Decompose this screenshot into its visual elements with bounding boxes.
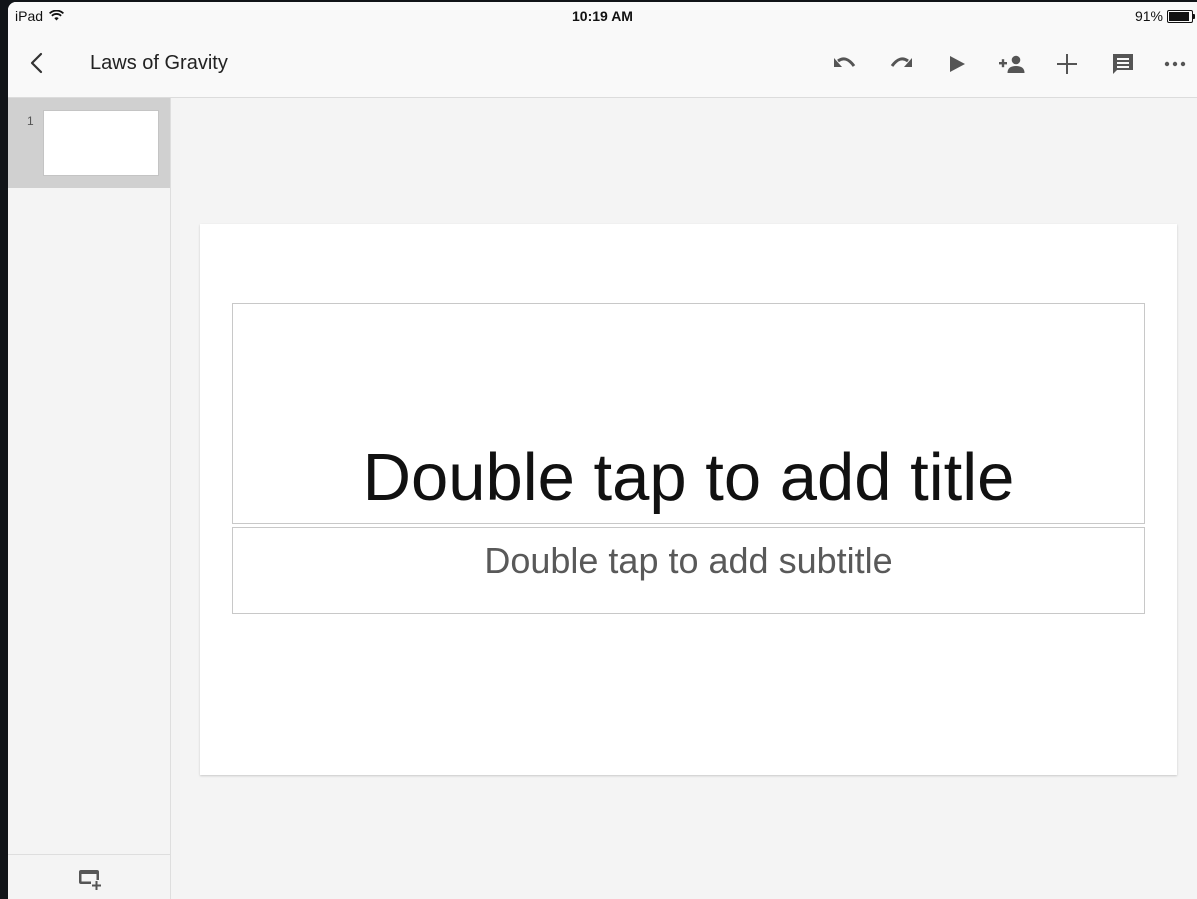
comments-button[interactable]: [1103, 44, 1143, 84]
battery-icon: [1167, 9, 1195, 23]
app-screen: iPad 10:19 AM 91% Laws of Gravity 1 Doub…: [8, 2, 1197, 899]
add-slide-icon: [79, 870, 102, 891]
status-right: 91%: [1134, 8, 1195, 24]
title-placeholder-box[interactable]: Double tap to add title: [232, 303, 1145, 524]
document-title[interactable]: Laws of Gravity: [90, 52, 228, 75]
insert-button[interactable]: [1047, 44, 1087, 84]
sidebar-footer: [8, 854, 170, 899]
slide-thumbnails-panel: 1: [8, 98, 171, 899]
redo-icon: [890, 57, 912, 67]
new-slide-button[interactable]: [77, 866, 103, 892]
slide-number: 1: [27, 114, 34, 128]
slide-canvas[interactable]: Double tap to add title Double tap to ad…: [200, 224, 1177, 775]
add-person-icon: [999, 55, 1025, 73]
slide-thumbnail[interactable]: [43, 110, 159, 176]
slide-thumbnail-item[interactable]: 1: [8, 98, 170, 188]
present-button[interactable]: [937, 44, 977, 84]
subtitle-placeholder-text: Double tap to add subtitle: [484, 540, 893, 581]
status-bar: iPad 10:19 AM 91%: [8, 2, 1197, 30]
battery-percent: 91%: [1134, 8, 1163, 24]
status-time: 10:19 AM: [572, 8, 633, 24]
more-icon: [1164, 61, 1186, 67]
undo-icon: [834, 57, 856, 67]
redo-button[interactable]: [881, 44, 921, 84]
share-button[interactable]: [993, 44, 1033, 84]
comment-icon: [1113, 54, 1133, 74]
insert-plus-icon: [1057, 54, 1077, 74]
subtitle-placeholder-box[interactable]: Double tap to add subtitle: [232, 527, 1145, 614]
back-button[interactable]: [22, 48, 52, 78]
back-chevron-icon: [30, 52, 43, 74]
more-options-button[interactable]: [1155, 44, 1195, 84]
title-placeholder-text: Double tap to add title: [362, 440, 1015, 515]
app-toolbar: Laws of Gravity: [8, 30, 1197, 98]
battery-level-fill: [1169, 11, 1190, 21]
undo-button[interactable]: [825, 44, 865, 84]
present-play-icon: [950, 56, 965, 72]
